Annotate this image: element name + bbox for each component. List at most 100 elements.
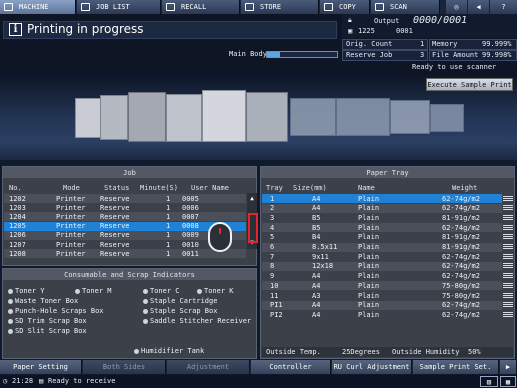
reserve-job-value: 3 — [420, 51, 425, 59]
tray-level-icon — [503, 224, 513, 231]
scanner-status: Ready to use scanner — [412, 63, 497, 71]
tray-cell-name: Plain — [358, 204, 380, 213]
tray-cell-name: Plain — [358, 194, 380, 203]
tray-row[interactable]: PI2 A4 Plain 62-74g/m2 — [262, 310, 513, 319]
tray-row[interactable]: 3 B5 Plain 81-91g/m2 — [262, 213, 513, 222]
both-sides-button[interactable]: Both Sides — [83, 360, 166, 374]
tray-cell-size: 9x11 — [312, 252, 329, 261]
job-cell-mode: Printer — [56, 212, 86, 221]
job-row[interactable]: 1203 Printer Reserve 1 0006 — [4, 203, 246, 212]
tray-col-tray: Tray — [266, 184, 283, 192]
tray-level-icon — [503, 234, 513, 241]
job-col-status: Status — [104, 184, 130, 192]
sample-print-set-button[interactable]: Sample Print Set. — [413, 360, 499, 374]
tray-row[interactable]: PI1 A4 Plain 62-74g/m2 — [262, 300, 513, 310]
globe-button[interactable]: ◎ — [446, 0, 467, 14]
main-body-label: Main Body — [229, 50, 267, 58]
job-col-minute: Minute(S) — [140, 184, 178, 192]
tray-cell-tray: 8 — [270, 262, 275, 271]
paper-setting-button[interactable]: Paper Setting — [0, 360, 82, 374]
tray-cell-weight: 62-74g/m2 — [442, 301, 480, 310]
outside-temp-value: 25Degrees — [342, 348, 380, 356]
next-page-button[interactable]: ▶ — [500, 360, 517, 374]
tray-cell-name: Plain — [358, 301, 380, 310]
job-row[interactable]: 1204 Printer Reserve 1 0007 — [4, 212, 246, 222]
tray-cell-size: A4 — [312, 281, 321, 290]
tray-level-icon — [503, 273, 513, 280]
tray-row[interactable]: 4 B5 Plain 62-74g/m2 — [262, 223, 513, 233]
outside-humidity-label: Outside Humidity — [392, 348, 460, 356]
trash-icon[interactable]: ▥ — [480, 376, 498, 387]
job-cell-status: Reserve — [100, 222, 130, 231]
tray-row[interactable]: 8 12x18 Plain 62-74g/m2 — [262, 261, 513, 271]
tray-cell-size: A4 — [312, 301, 321, 310]
saddle-stitcher-icon — [143, 318, 148, 324]
tray-cell-name: Plain — [358, 310, 380, 319]
volume-button[interactable]: ◀ — [468, 0, 489, 14]
tray-cell-tray: 3 — [270, 213, 275, 222]
info-icon: i — [9, 23, 22, 36]
job-cell-mode: Printer — [56, 194, 86, 203]
adjustment-button[interactable]: Adjustment — [167, 360, 250, 374]
tray-level-icon — [503, 244, 513, 250]
machine-unit-2 — [128, 92, 166, 142]
tray-cell-tray: 6 — [270, 243, 275, 251]
waste-toner-box: Waste Toner Box — [8, 297, 78, 305]
execute-sample-print-button[interactable]: Execute Sample Print — [426, 78, 513, 91]
toner-c-icon — [143, 288, 148, 294]
scroll-up-icon[interactable]: ▲ — [247, 195, 257, 203]
job-cell-user: 0009 — [182, 231, 199, 240]
layout-icon[interactable]: ▦ — [500, 376, 516, 387]
tray-cell-weight: 62-74g/m2 — [442, 310, 480, 319]
tray-row[interactable]: 5 B4 Plain 81-91g/m2 — [262, 233, 513, 242]
output-label: Output — [374, 17, 400, 25]
job-cell-min: 1 — [166, 194, 171, 203]
tray-cell-weight: 62-74g/m2 — [442, 272, 480, 281]
tray-row[interactable]: 9 A4 Plain 62-74g/m2 — [262, 272, 513, 281]
ru-curl-adjustment-button[interactable]: RU Curl Adjustment — [332, 360, 412, 374]
job-cell-user: 0011 — [182, 249, 199, 258]
tab-job-list[interactable]: JOB LIST — [77, 0, 161, 14]
tray-cell-weight: 62-74g/m2 — [442, 252, 480, 261]
job-cell-status: Reserve — [100, 240, 130, 249]
tray-row[interactable]: 7 9x11 Plain 62-74g/m2 — [262, 252, 513, 261]
tray-level-icon — [503, 263, 513, 270]
consumables-title: Consumable and Scrap Indicators — [3, 269, 256, 280]
status-message: Ready to receive — [48, 377, 116, 385]
tray-cell-size: A4 — [312, 272, 321, 281]
tray-cell-weight: 81-91g/m2 — [442, 243, 480, 251]
tray-row[interactable]: 6 8.5x11 Plain 81-91g/m2 — [262, 242, 513, 252]
tray-cell-weight: 75-80g/m2 — [442, 291, 480, 300]
job-cell-no: 1207 — [9, 240, 26, 249]
help-button[interactable]: ? — [490, 0, 517, 14]
toner-c: Toner C — [143, 287, 180, 295]
tab-scan[interactable]: SCAN — [371, 0, 440, 14]
tray-cell-tray: PI2 — [270, 310, 283, 319]
tray-cell-name: Plain — [358, 252, 380, 261]
arrow-right-icon: ▶ — [505, 363, 511, 371]
tab-store[interactable]: STORE — [241, 0, 319, 14]
tray-row[interactable]: 1 A4 Plain 62-74g/m2 — [262, 194, 513, 203]
tray-cell-weight: 62-74g/m2 — [442, 194, 480, 203]
job-col-no: No. — [9, 184, 22, 192]
tray-cell-size: B5 — [312, 213, 321, 222]
tray-cell-name: Plain — [358, 262, 380, 271]
orig-count-value: 1 — [420, 40, 425, 48]
job-row[interactable]: 1202 Printer Reserve 1 0005 — [4, 194, 246, 203]
outside-temp-label: Outside Temp. — [266, 348, 321, 356]
job-count: 1225 — [358, 27, 375, 35]
controller-button[interactable]: Controller — [251, 360, 331, 374]
job-row[interactable]: 1208 Printer Reserve 1 0011 — [4, 249, 246, 259]
lock-icon: 🔒︎ — [348, 16, 352, 24]
tray-row[interactable]: 11 A3 Plain 75-80g/m2 — [262, 291, 513, 300]
tray-cell-name: Plain — [358, 291, 380, 300]
tab-recall[interactable]: RECALL — [162, 0, 240, 14]
machine-unit-5 — [246, 92, 288, 142]
tray-row[interactable]: 2 A4 Plain 62-74g/m2 — [262, 203, 513, 213]
tab-copy[interactable]: COPY — [320, 0, 370, 14]
tray-cell-tray: 9 — [270, 272, 275, 281]
scroll-highlight — [248, 213, 258, 243]
tray-col-weight: Weight — [452, 184, 478, 192]
tab-machine[interactable]: MACHINE — [0, 0, 76, 14]
tray-row[interactable]: 10 A4 Plain 75-80g/m2 — [262, 281, 513, 291]
